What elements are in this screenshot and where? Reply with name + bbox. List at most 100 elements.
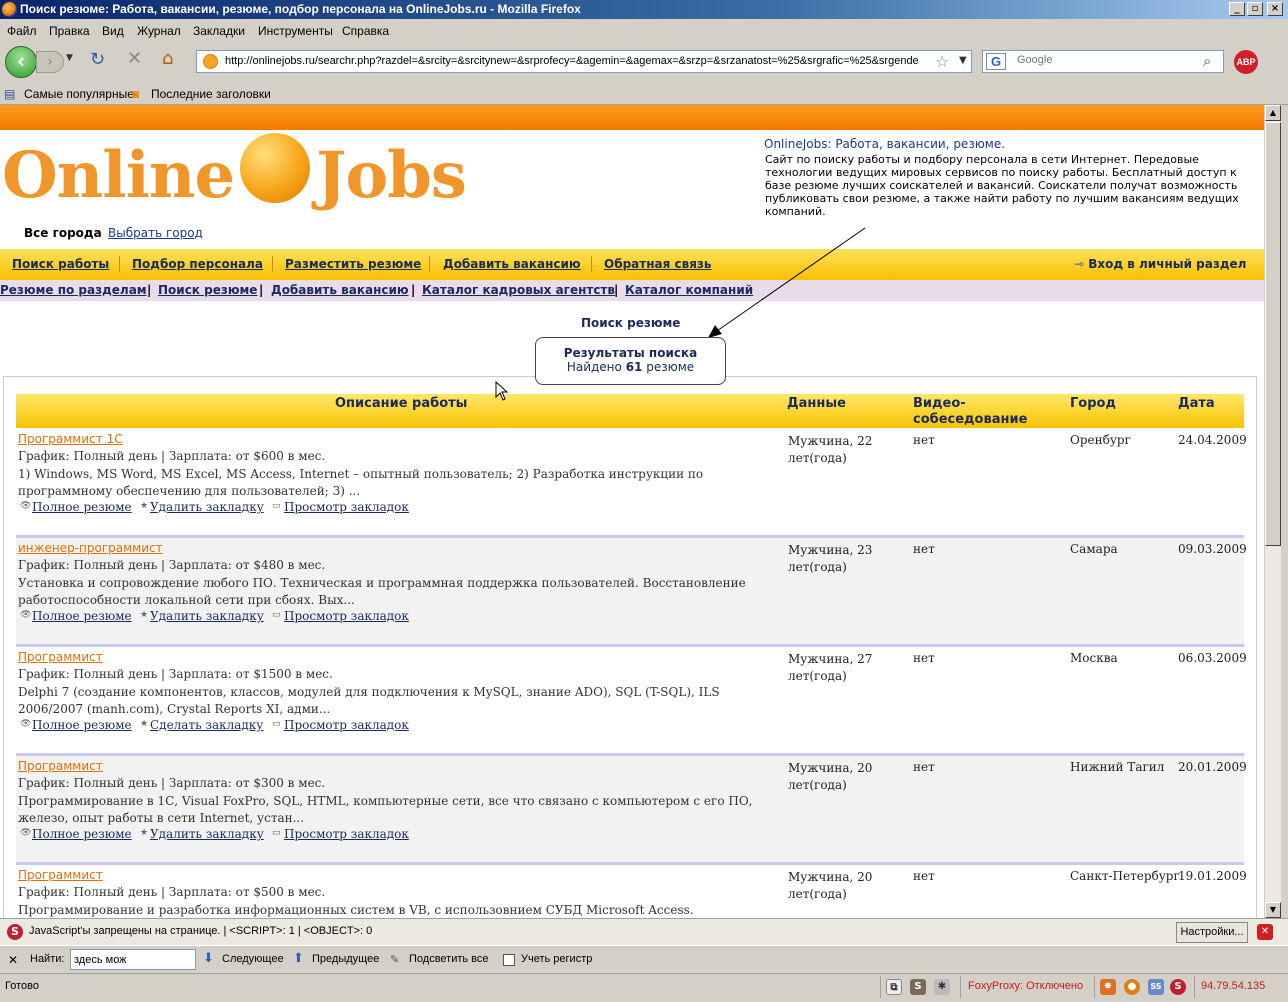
- bookmark-most-visited[interactable]: Самые популярные: [24, 87, 134, 101]
- page-info-icon[interactable]: ⧉: [886, 979, 902, 995]
- submenu-resume-search[interactable]: Поиск резюме: [158, 283, 257, 297]
- addon-icon[interactable]: ✸: [1100, 979, 1116, 995]
- resume-title-link[interactable]: Программист 1С: [18, 432, 123, 446]
- forward-button[interactable]: ›: [36, 51, 64, 73]
- view-bookmarks-link[interactable]: Просмотр закладок: [284, 609, 409, 623]
- view-bookmarks-link[interactable]: Просмотр закладок: [284, 500, 409, 514]
- find-prev-button[interactable]: Предыдущее: [312, 953, 379, 965]
- search-icon[interactable]: ⌕: [1203, 52, 1211, 70]
- reload-icon[interactable]: ↻: [90, 49, 105, 70]
- full-resume-link[interactable]: Полное резюме: [32, 827, 132, 841]
- resume-city: Нижний Тагил: [1070, 760, 1165, 774]
- bookmark-latest-headlines[interactable]: Последние заголовки: [151, 87, 271, 101]
- highlight-icon[interactable]: ✎: [390, 953, 399, 966]
- menu-tools[interactable]: Инструменты: [258, 24, 333, 38]
- menu-post-resume[interactable]: Разместить резюме: [285, 257, 421, 271]
- scroll-up-button[interactable]: ▲: [1265, 105, 1281, 121]
- submenu-add-vacancy[interactable]: Добавить вакансию: [271, 283, 409, 297]
- resume-video: нет: [913, 651, 935, 665]
- star-icon: ★: [140, 828, 149, 838]
- menu-help[interactable]: Справка: [342, 24, 389, 38]
- firefox-status-icon[interactable]: ●: [1124, 979, 1140, 995]
- search-bar[interactable]: G ⌕: [982, 50, 1224, 73]
- login-link[interactable]: ⊸ Вход в личный раздел: [1074, 257, 1246, 271]
- table-row: Программист График: Полный день | Зарплат…: [16, 865, 1247, 918]
- full-resume-link[interactable]: Полное резюме: [32, 500, 132, 514]
- url-dropdown-icon[interactable]: ▼: [959, 55, 967, 66]
- submenu-resume-sections[interactable]: Резюме по разделам: [0, 283, 147, 297]
- vertical-scrollbar[interactable]: ▲ ▼: [1264, 105, 1281, 918]
- adblock-plus-icon[interactable]: ABP: [1234, 50, 1258, 74]
- resume-schedule: График: Полный день | Зарплата: от $480 …: [18, 558, 326, 572]
- minimize-button[interactable]: _: [1229, 2, 1245, 16]
- bookmark-link[interactable]: Удалить закладку: [150, 500, 264, 514]
- scroll-down-button[interactable]: ▼: [1265, 902, 1281, 918]
- bookmark-link[interactable]: Сделать закладку: [150, 718, 263, 732]
- ss-icon[interactable]: SS: [1148, 979, 1164, 995]
- stop-icon[interactable]: ✕: [127, 48, 142, 69]
- menu-file[interactable]: Файл: [7, 24, 37, 38]
- status-divider: [960, 976, 961, 998]
- page-viewport: Online Jobs OnlineJobs: Работа, вакансии,…: [0, 105, 1264, 918]
- find-next-button[interactable]: Следующее: [222, 953, 284, 965]
- match-case-checkbox[interactable]: [503, 954, 515, 966]
- resume-title-link[interactable]: Программист: [18, 759, 103, 773]
- noscript-settings-button[interactable]: Настройки...: [1176, 922, 1248, 943]
- menu-add-vacancy[interactable]: Добавить вакансию: [443, 257, 581, 271]
- find-input[interactable]: [70, 949, 196, 970]
- stylish-icon[interactable]: S: [910, 979, 926, 995]
- close-button[interactable]: ×: [1267, 2, 1283, 16]
- full-resume-link[interactable]: Полное резюме: [32, 609, 132, 623]
- noscript-close-icon[interactable]: ✕: [1257, 924, 1273, 940]
- menu-view[interactable]: Вид: [102, 24, 124, 38]
- submenu-agencies[interactable]: Каталог кадровых агентств: [422, 283, 615, 297]
- menu-recruitment[interactable]: Подбор персонала: [132, 257, 263, 271]
- resume-description: Установка и сопровождение любого ПО. Тех…: [18, 576, 746, 607]
- menu-edit[interactable]: Правка: [49, 24, 90, 38]
- site-logo[interactable]: Online Jobs: [2, 133, 467, 213]
- firefox-icon: [2, 2, 17, 17]
- resume-title-link[interactable]: Программист: [18, 868, 103, 882]
- url-text[interactable]: http://onlinejobs.ru/searchr.php?razdel=…: [225, 55, 935, 67]
- firebug-icon[interactable]: ✱: [934, 979, 950, 995]
- resume-date: 24.04.2009: [1178, 433, 1247, 447]
- find-next-icon[interactable]: ⬇: [203, 950, 214, 966]
- view-bookmarks-link[interactable]: Просмотр закладок: [284, 718, 409, 732]
- resume-title-link[interactable]: Программист: [18, 650, 103, 664]
- menu-feedback[interactable]: Обратная связь: [604, 257, 711, 271]
- foxyproxy-status[interactable]: FoxyProxy: Отключено: [968, 980, 1083, 992]
- history-dropdown-icon[interactable]: ▼: [66, 53, 73, 63]
- address-bar[interactable]: http://onlinejobs.ru/searchr.php?razdel=…: [196, 50, 972, 73]
- menu-history[interactable]: Журнал: [137, 24, 181, 38]
- find-close-icon[interactable]: ✕: [8, 953, 18, 967]
- noscript-bar: S JavaScript'ы запрещены на странице. | …: [0, 918, 1288, 945]
- find-prev-icon[interactable]: ⬆: [293, 950, 304, 966]
- noscript-icon: S: [7, 924, 23, 940]
- find-highlight-button[interactable]: Подсветить все: [409, 953, 489, 965]
- table-row: Программист График: Полный день | Зарплат…: [16, 647, 1247, 756]
- mouse-cursor: [495, 381, 509, 401]
- resume-video: нет: [913, 760, 935, 774]
- full-resume-link[interactable]: Полное резюме: [32, 718, 132, 732]
- scroll-thumb[interactable]: [1265, 122, 1281, 546]
- choose-city-link[interactable]: Выбрать город: [108, 226, 203, 240]
- find-bar: ✕ Найти: ⬇ Следующее ⬆ Предыдущее ✎ Подс…: [0, 945, 1288, 973]
- menu-job-search[interactable]: Поиск работы: [12, 257, 109, 271]
- resume-title-link[interactable]: инженер-программист: [18, 541, 163, 555]
- back-button[interactable]: ‹: [5, 46, 37, 78]
- orange-icon: [240, 133, 311, 203]
- bookmark-link[interactable]: Удалить закладку: [150, 609, 264, 623]
- maximize-button[interactable]: ▫: [1247, 2, 1263, 16]
- search-input[interactable]: [1017, 54, 1197, 66]
- menu-bookmarks[interactable]: Закладки: [193, 24, 245, 38]
- home-icon[interactable]: ⌂: [162, 48, 173, 69]
- bookmark-star-icon[interactable]: ☆: [935, 52, 949, 71]
- noscript-status-icon[interactable]: S: [1170, 979, 1186, 995]
- bookmark-link[interactable]: Удалить закладку: [150, 827, 264, 841]
- status-divider: [1194, 976, 1195, 998]
- window-title-bar: Поиск резюме: Работа, вакансии, резюме, …: [0, 0, 1288, 19]
- google-engine-icon[interactable]: G: [986, 53, 1006, 70]
- page-title: Поиск резюме: [581, 316, 681, 330]
- view-bookmarks-link[interactable]: Просмотр закладок: [284, 827, 409, 841]
- login-label: Вход в личный раздел: [1088, 257, 1247, 271]
